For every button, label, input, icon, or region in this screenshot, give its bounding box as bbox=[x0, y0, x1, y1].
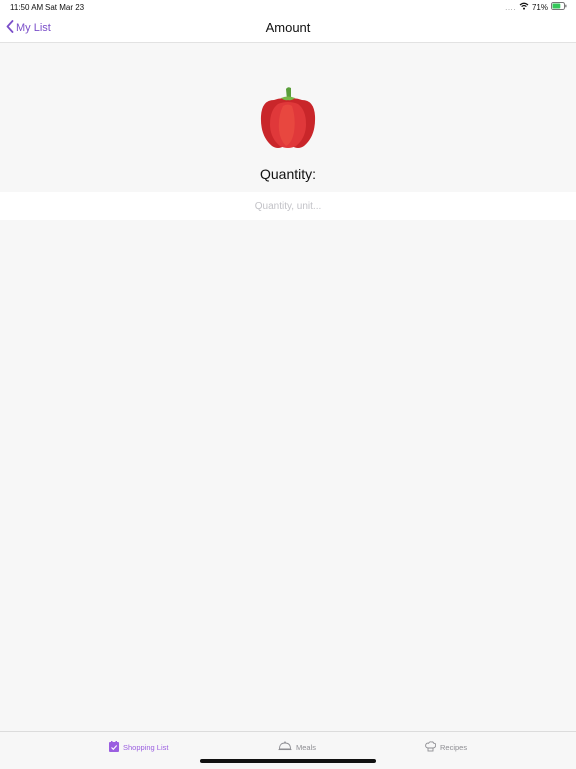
wifi-icon bbox=[519, 2, 529, 12]
navigation-bar: My List Amount bbox=[0, 14, 576, 43]
tab-meals[interactable]: Meals bbox=[278, 741, 316, 753]
status-time: 11:50 AM bbox=[10, 3, 44, 12]
status-date: Sat Mar 23 bbox=[45, 3, 85, 12]
tab-meals-label: Meals bbox=[296, 742, 317, 752]
bell-pepper-icon bbox=[258, 86, 318, 155]
tab-bar: Shopping List Meals Recipes bbox=[0, 731, 576, 769]
battery-icon bbox=[551, 2, 567, 12]
home-indicator bbox=[200, 759, 376, 763]
tab-shopping-list[interactable]: Shopping List bbox=[109, 741, 168, 754]
quantity-label: Quantity: bbox=[259, 166, 317, 182]
tab-shopping-list-label: Shopping List bbox=[123, 743, 169, 752]
quantity-input[interactable] bbox=[0, 192, 576, 220]
tab-recipes-label: Recipes bbox=[440, 743, 468, 752]
status-bar: 11:50 AM Sat Mar 23 .... 71% bbox=[0, 0, 576, 14]
tab-recipes[interactable]: Recipes bbox=[425, 741, 467, 754]
shopping-list-icon bbox=[109, 741, 119, 754]
quantity-input-row bbox=[0, 192, 576, 220]
chef-hat-icon bbox=[425, 741, 437, 754]
main-content: Quantity: bbox=[0, 43, 576, 731]
cloche-icon bbox=[278, 741, 292, 753]
status-indicators: .... 71% bbox=[505, 2, 567, 12]
battery-percent: 71% bbox=[531, 2, 548, 12]
page-title: Amount bbox=[265, 20, 311, 35]
cell-signal-icon: .... bbox=[505, 2, 516, 12]
